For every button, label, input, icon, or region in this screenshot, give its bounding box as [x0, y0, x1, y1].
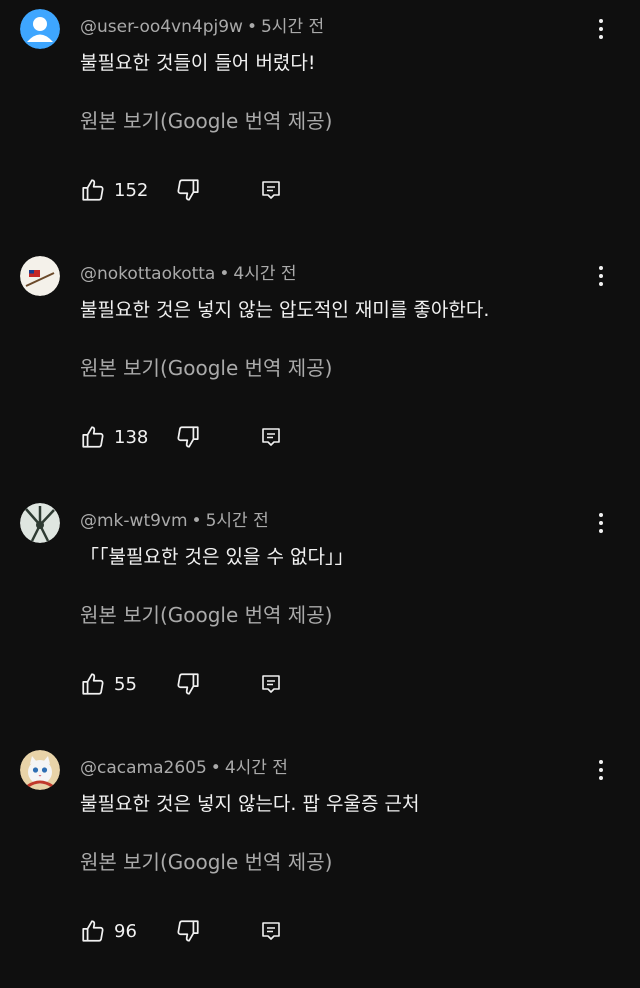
avatar[interactable] [20, 503, 60, 543]
see-original-link[interactable]: 원본 보기(Google 번역 제공) [80, 105, 332, 134]
reply-icon [262, 181, 280, 199]
comment-handle[interactable]: @mk-wt9vm [80, 511, 188, 531]
comment-actions: 152 [80, 175, 310, 205]
thumbs-down-icon [177, 920, 199, 942]
dislike-button[interactable] [175, 422, 201, 452]
comment-time: 5시간 전 [205, 511, 269, 531]
more-options-icon[interactable] [590, 508, 612, 538]
comment-text: 불필요한 것은 넣지 않는다. 팝 우울증 근처 [80, 793, 420, 815]
reply-icon [262, 922, 280, 940]
like-count: 152 [114, 179, 149, 201]
comment-meta: @mk-wt9vm • 5시간 전 [80, 506, 269, 531]
reply-icon [262, 428, 280, 446]
comment-actions: 138 [80, 422, 310, 452]
meta-separator: • [219, 264, 230, 284]
like-count: 138 [114, 426, 149, 448]
comment-text: 불필요한 것들이 들어 버렸다! [80, 52, 316, 74]
like-button[interactable]: 152 [80, 175, 148, 205]
see-original-link[interactable]: 원본 보기(Google 번역 제공) [80, 846, 332, 875]
thumbs-down-icon [177, 426, 199, 448]
comment-item: @nokottaokotta • 4시간 전 불필요한 것은 넣지 않는 압도적인 … [0, 247, 640, 494]
dislike-button[interactable] [175, 175, 201, 205]
comment-time: 4시간 전 [233, 264, 297, 284]
reply-button[interactable] [260, 175, 282, 205]
meta-separator: • [191, 511, 202, 531]
reply-icon [262, 675, 280, 693]
comment-meta: @user-oo4vn4pj9w • 5시간 전 [80, 12, 324, 37]
reply-button[interactable] [260, 916, 282, 946]
tree-avatar-icon [20, 503, 60, 543]
like-button[interactable]: 55 [80, 669, 137, 699]
comment-actions: 55 [80, 669, 310, 699]
see-original-link[interactable]: 원본 보기(Google 번역 제공) [80, 352, 332, 381]
default-user-avatar-icon [20, 9, 60, 49]
comment-text: 「「불필요한 것은 있을 수 없다」」 [80, 546, 354, 568]
comment-item: @mk-wt9vm • 5시간 전 「「불필요한 것은 있을 수 없다」」 원본 보… [0, 494, 640, 741]
thumbs-down-icon [177, 673, 199, 695]
see-original-link[interactable]: 원본 보기(Google 번역 제공) [80, 599, 332, 628]
comment-handle[interactable]: @user-oo4vn4pj9w [80, 17, 243, 37]
flag-avatar-icon [20, 256, 60, 296]
like-button[interactable]: 96 [80, 916, 137, 946]
comment-time: 5시간 전 [260, 17, 325, 37]
like-count: 55 [114, 673, 137, 695]
meta-separator: • [246, 17, 257, 37]
thumbs-up-icon [82, 179, 104, 201]
reply-button[interactable] [260, 669, 282, 699]
meta-separator: • [210, 758, 221, 778]
like-button[interactable]: 138 [80, 422, 148, 452]
avatar[interactable] [20, 750, 60, 790]
comment-item: @user-oo4vn4pj9w • 5시간 전 불필요한 것들이 들어 버렸다! … [0, 0, 640, 247]
comment-time: 4시간 전 [224, 758, 288, 778]
comment-meta: @cacama2605 • 4시간 전 [80, 753, 288, 778]
dislike-button[interactable] [175, 916, 201, 946]
dislike-button[interactable] [175, 669, 201, 699]
thumbs-up-icon [82, 426, 104, 448]
comment-handle[interactable]: @cacama2605 [80, 758, 207, 778]
thumbs-up-icon [82, 920, 104, 942]
comment-text: 불필요한 것은 넣지 않는 압도적인 재미를 좋아한다. [80, 299, 490, 321]
comment-actions: 96 [80, 916, 310, 946]
avatar[interactable] [20, 256, 60, 296]
more-options-icon[interactable] [590, 14, 612, 44]
reply-button[interactable] [260, 422, 282, 452]
thumbs-up-icon [82, 673, 104, 695]
comment-handle[interactable]: @nokottaokotta [80, 264, 215, 284]
avatar[interactable] [20, 9, 60, 49]
comment-item: @cacama2605 • 4시간 전 불필요한 것은 넣지 않는다. 팝 우울증 … [0, 741, 640, 988]
comment-meta: @nokottaokotta • 4시간 전 [80, 259, 297, 284]
cat-avatar-icon [20, 750, 60, 790]
more-options-icon[interactable] [590, 755, 612, 785]
more-options-icon[interactable] [590, 261, 612, 291]
like-count: 96 [114, 920, 137, 942]
thumbs-down-icon [177, 179, 199, 201]
